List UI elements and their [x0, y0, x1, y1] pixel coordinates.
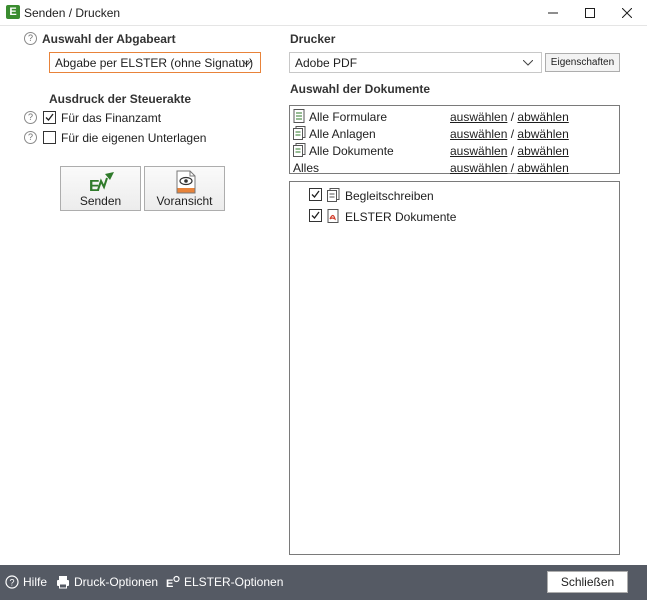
abgabeart-dropdown[interactable]: Abgabe per ELSTER (ohne Signatur) [49, 52, 261, 73]
elster-settings-icon: E [166, 575, 180, 589]
drucker-value: Adobe PDF [295, 55, 358, 70]
alles-abwaehlen-link[interactable]: abwählen [517, 161, 568, 175]
window-title: Senden / Drucken [24, 6, 121, 20]
finanzamt-checkbox[interactable] [43, 111, 56, 124]
eigene-unterlagen-checkbox[interactable] [43, 131, 56, 144]
title-bar: E Senden / Drucken [0, 0, 647, 26]
separator: / [510, 144, 515, 158]
list-item: Alles auswählen / abwählen [293, 159, 617, 175]
elster-optionen-label: ELSTER-Optionen [184, 575, 284, 589]
voransicht-button[interactable]: Voransicht [144, 166, 225, 211]
hilfe-label: Hilfe [23, 575, 48, 589]
preview-eye-icon [176, 170, 196, 194]
letter-document-icon [327, 188, 340, 202]
senden-label: Senden [79, 194, 122, 208]
elster-optionen-button[interactable]: E ELSTER-Optionen [166, 575, 283, 589]
alle-formulare-label: Alle Formulare [309, 110, 388, 124]
separator: / [510, 127, 515, 141]
alles-auswaehlen-link[interactable]: auswählen [450, 161, 507, 175]
list-item: Alle Formulare auswählen / abwählen [293, 108, 617, 124]
dokumente-abwaehlen-link[interactable]: abwählen [517, 144, 568, 158]
begleitschreiben-label: Begleitschreiben [345, 189, 434, 203]
app-icon: E [6, 5, 20, 19]
tree-item-elster-dokumente[interactable]: ELSTER Dokumente [309, 207, 609, 225]
footer-bar: ? Hilfe Druck-Optionen E ELSTER-Optionen… [0, 565, 647, 600]
checkmark-icon [311, 211, 320, 219]
abgabeart-label: Auswahl der Abgabeart [42, 32, 176, 46]
tree-item-begleitschreiben[interactable]: Begleitschreiben [309, 186, 609, 204]
dokumente-auswaehlen-link[interactable]: auswählen [450, 144, 507, 158]
pdf-document-icon [327, 209, 339, 223]
senden-button[interactable]: E Senden [60, 166, 141, 211]
svg-text:?: ? [9, 578, 14, 588]
dokumente-label: Auswahl der Dokumente [290, 82, 431, 96]
formulare-auswaehlen-link[interactable]: auswählen [450, 110, 507, 124]
voransicht-label: Voransicht [156, 194, 213, 208]
ausdruck-label: Ausdruck der Steuerakte [49, 92, 192, 106]
help-question-icon[interactable]: ? [24, 111, 37, 124]
close-window-button[interactable] [604, 0, 647, 26]
elster-send-icon: E [89, 172, 114, 194]
alle-dokumente-label: Alle Dokumente [309, 144, 394, 158]
finanzamt-label: Für das Finanzamt [61, 111, 162, 125]
schliessen-button[interactable]: Schließen [547, 571, 628, 593]
anlagen-auswaehlen-link[interactable]: auswählen [450, 127, 507, 141]
maximize-icon [585, 8, 595, 18]
form-document-icon [293, 109, 305, 123]
hilfe-button[interactable]: ? Hilfe [5, 575, 47, 589]
minimize-icon [548, 12, 558, 14]
document-tree: Begleitschreiben ELSTER Dokumente [289, 181, 620, 555]
help-question-icon[interactable]: ? [24, 131, 37, 144]
alles-label: Alles [293, 161, 320, 175]
chevron-down-icon [242, 59, 252, 66]
list-item: Alle Dokumente auswählen / abwählen [293, 142, 617, 158]
separator: / [510, 110, 515, 124]
list-item: Alle Anlagen auswählen / abwählen [293, 125, 617, 141]
eigenschaften-button[interactable]: Eigenschaften [545, 53, 620, 72]
anlagen-abwaehlen-link[interactable]: abwählen [517, 127, 568, 141]
checkmark-icon [311, 190, 320, 198]
attachments-icon [293, 126, 306, 140]
help-icon: ? [5, 575, 19, 589]
separator: / [510, 161, 515, 175]
formulare-abwaehlen-link[interactable]: abwählen [517, 110, 568, 124]
alle-anlagen-label: Alle Anlagen [309, 127, 376, 141]
document-selection-list: Alle Formulare auswählen / abwählen Alle… [289, 105, 620, 175]
printer-settings-icon [57, 576, 69, 589]
documents-icon [293, 143, 306, 157]
help-question-icon[interactable]: ? [24, 32, 37, 45]
close-icon [622, 8, 632, 18]
elster-dokumente-checkbox[interactable] [309, 209, 322, 222]
abgabeart-value: Abgabe per ELSTER (ohne Signatur) [55, 55, 254, 70]
drucker-label: Drucker [290, 32, 336, 46]
begleitschreiben-checkbox[interactable] [309, 188, 322, 201]
chevron-down-icon [523, 59, 533, 66]
druck-optionen-button[interactable]: Druck-Optionen [56, 575, 158, 589]
eigene-unterlagen-label: Für die eigenen Unterlagen [61, 131, 207, 145]
elster-dokumente-label: ELSTER Dokumente [345, 210, 457, 224]
checkmark-icon [45, 113, 54, 121]
svg-text:E: E [166, 578, 173, 589]
druck-optionen-label: Druck-Optionen [74, 575, 159, 589]
drucker-dropdown[interactable]: Adobe PDF [289, 52, 542, 73]
